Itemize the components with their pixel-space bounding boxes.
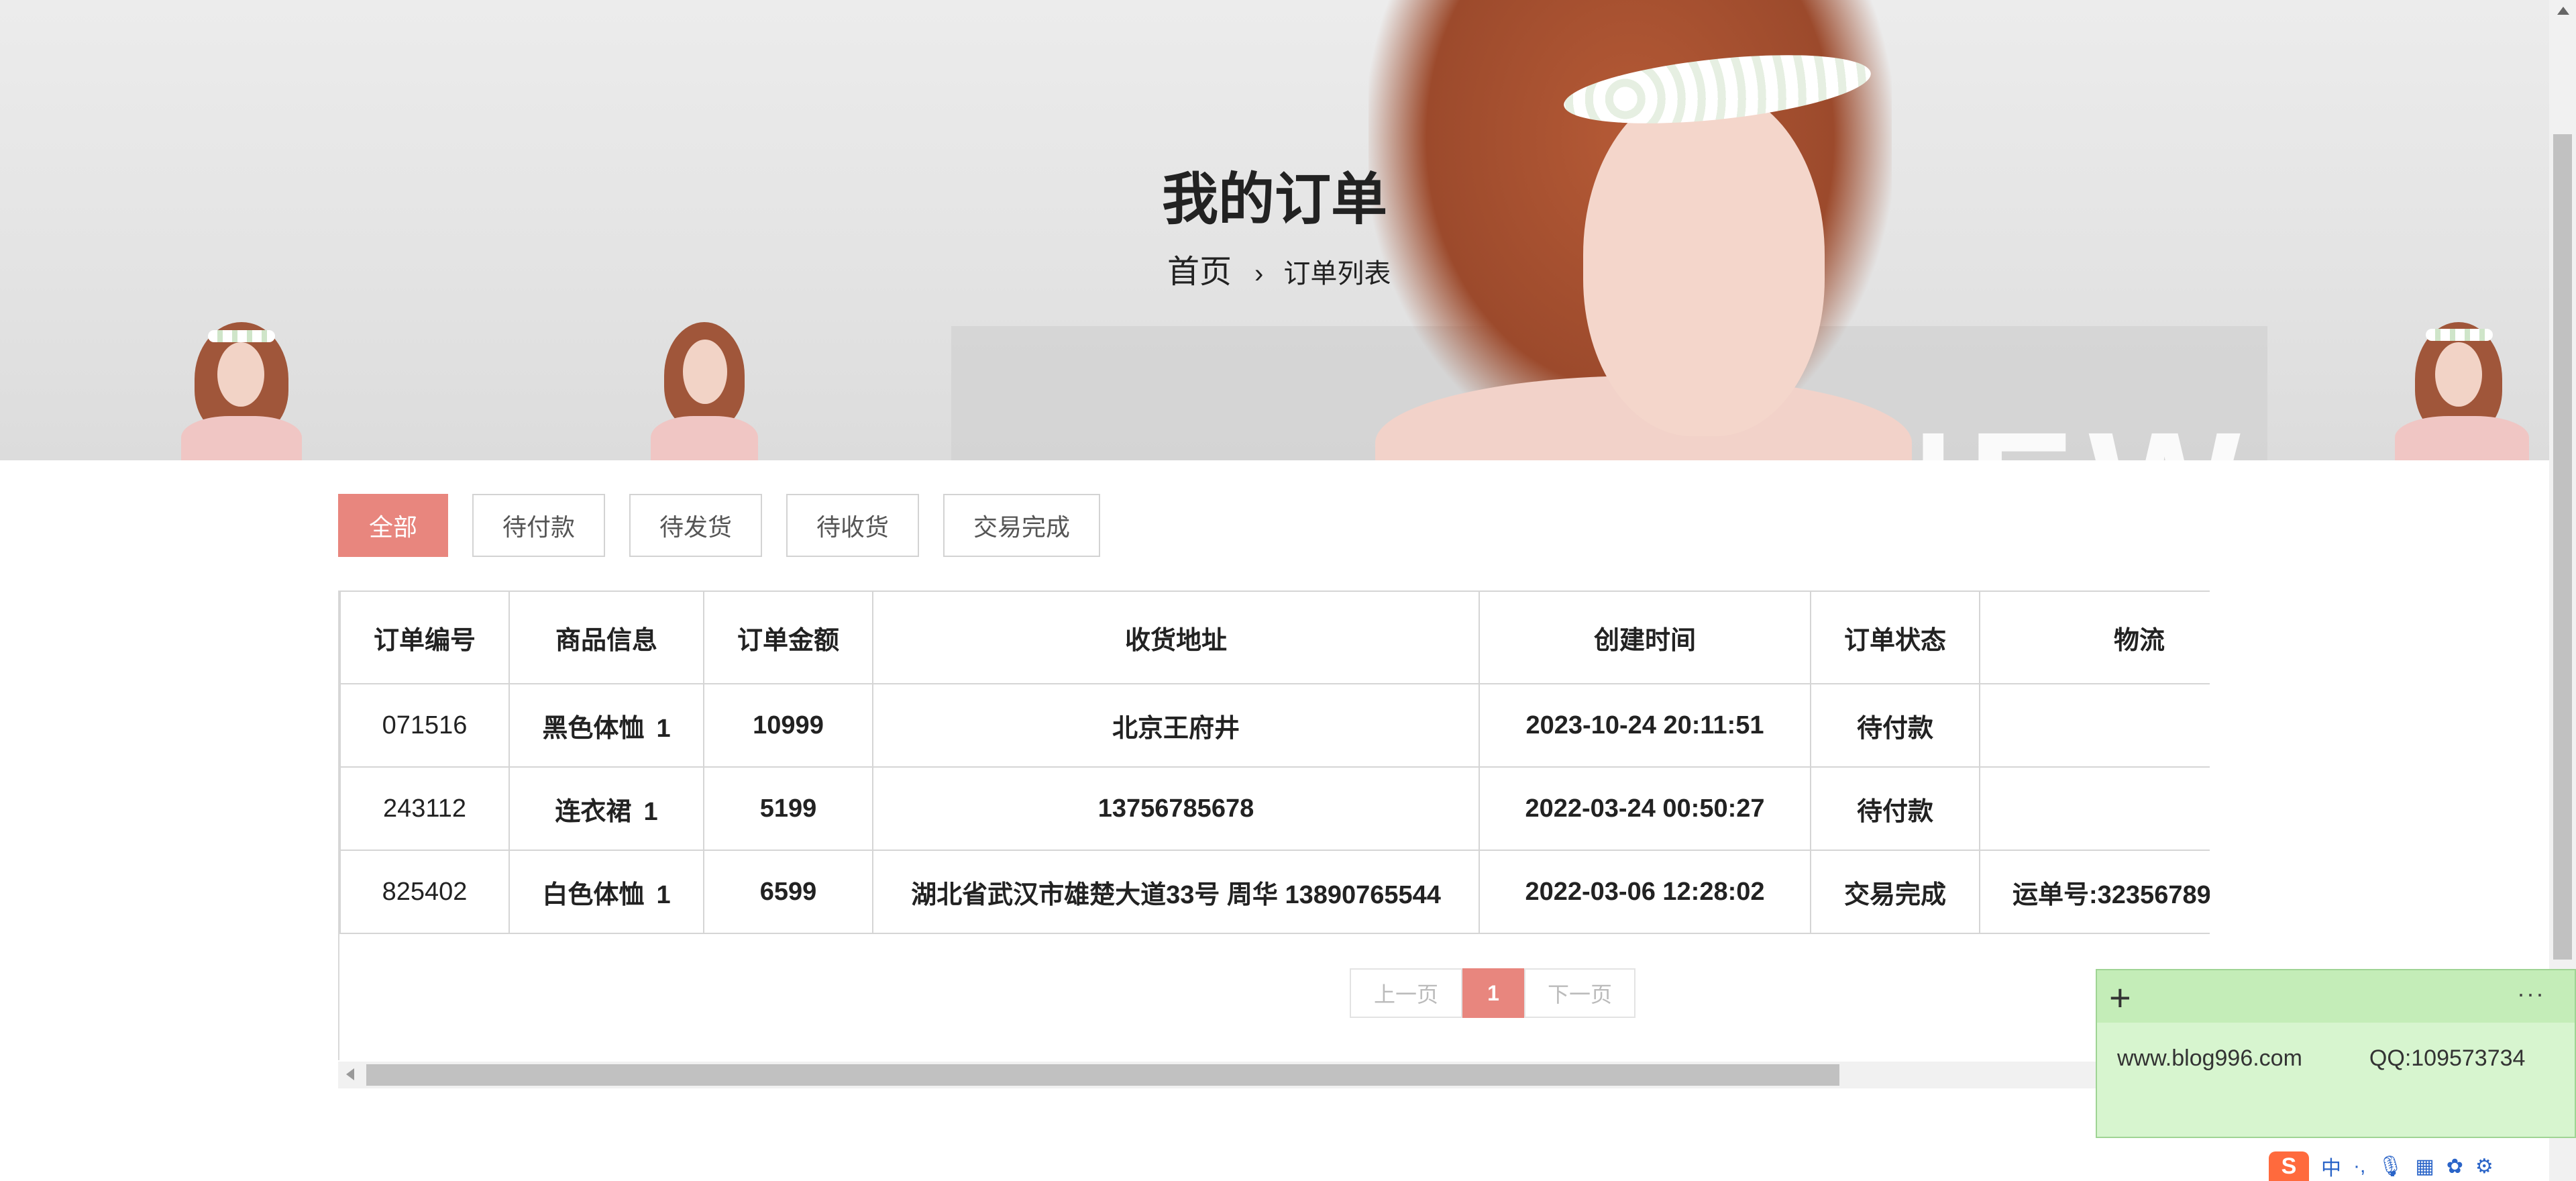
col-header-product: 商品信息 xyxy=(508,590,704,684)
table-header-row: 订单编号 商品信息 订单金额 收货地址 创建时间 订单状态 物流 xyxy=(339,590,2210,684)
banner-figure-left xyxy=(181,315,302,460)
product-name: 黑色体恤 xyxy=(542,714,645,743)
cell-address: 湖北省武汉市雄楚大道33号 周华 13890765544 xyxy=(872,850,1480,934)
ime-keyboard-icon[interactable]: ▦ xyxy=(2415,1155,2434,1178)
product-name: 白色体恤 xyxy=(542,880,645,909)
sticky-note-text[interactable]: www.blog996.com QQ:109573734 xyxy=(2117,1045,2525,1072)
orders-table: 订单编号 商品信息 订单金额 收货地址 创建时间 订单状态 物流 071516 … xyxy=(339,590,2210,934)
vertical-scroll-thumb[interactable] xyxy=(2553,134,2572,960)
page-number-current[interactable]: 1 xyxy=(1462,968,1524,1018)
tab-completed[interactable]: 交易完成 xyxy=(943,494,1100,557)
banner-figure-mid xyxy=(644,315,765,460)
horizontal-scroll-thumb[interactable] xyxy=(366,1064,1839,1086)
product-qty: 1 xyxy=(643,797,658,826)
cell-created: 2022-03-06 12:28:02 xyxy=(1479,850,1811,934)
breadcrumb-chevron-icon: › xyxy=(1254,259,1264,289)
ime-language-toggle[interactable]: 中 xyxy=(2321,1151,2341,1181)
pagination: 上一页 1 下一页 xyxy=(1350,968,1635,1018)
cell-product: 黑色体恤 1 xyxy=(508,683,704,768)
ime-skin-icon[interactable]: ✿ xyxy=(2447,1155,2463,1178)
cell-order-id: 243112 xyxy=(339,766,510,851)
ime-toolbar: S 中 ·, 🎙 ▦ ✿ ⚙ xyxy=(2269,1151,2493,1181)
tab-pending-payment[interactable]: 待付款 xyxy=(472,494,605,557)
cell-status: 待付款 xyxy=(1810,766,1980,851)
cell-product: 白色体恤 1 xyxy=(508,850,704,934)
breadcrumb-current: 订单列表 xyxy=(1283,259,1391,289)
order-filter-tabs: 全部 待付款 待发货 待收货 交易完成 xyxy=(338,494,1100,557)
banner-figure-right xyxy=(2388,315,2536,460)
ime-logo-icon[interactable]: S xyxy=(2269,1151,2309,1181)
hero-banner: NEW 我的订单 首页 › 订单列表 xyxy=(0,0,2549,460)
more-options-icon[interactable]: ··· xyxy=(2517,980,2545,1008)
cell-created: 2022-03-24 00:50:27 xyxy=(1479,766,1811,851)
prev-page-button[interactable]: 上一页 xyxy=(1350,968,1462,1018)
cell-amount: 5199 xyxy=(703,766,873,851)
scroll-up-arrow-icon[interactable] xyxy=(2557,7,2569,15)
table-row: 825402 白色体恤 1 6599 湖北省武汉市雄楚大道33号 周华 13890… xyxy=(339,850,2210,934)
note-site-text: www.blog996.com xyxy=(2117,1045,2302,1071)
col-header-amount: 订单金额 xyxy=(703,590,873,684)
col-header-status: 订单状态 xyxy=(1810,590,1980,684)
product-qty: 1 xyxy=(656,714,671,743)
sticky-note-toolbar: + ··· xyxy=(2097,970,2575,1023)
breadcrumb: 首页 › 订单列表 xyxy=(1167,245,1391,292)
next-page-button[interactable]: 下一页 xyxy=(1524,968,1635,1018)
sticky-note-widget: + ··· www.blog996.com QQ:109573734 xyxy=(2096,969,2576,1138)
breadcrumb-home-link[interactable]: 首页 xyxy=(1167,245,1232,292)
cell-address: 13756785678 xyxy=(872,766,1480,851)
cell-created: 2023-10-24 20:11:51 xyxy=(1479,683,1811,768)
cell-order-id: 071516 xyxy=(339,683,510,768)
cell-order-id: 825402 xyxy=(339,850,510,934)
ime-settings-icon[interactable]: ⚙ xyxy=(2475,1155,2493,1178)
col-header-address: 收货地址 xyxy=(872,590,1480,684)
col-header-created: 创建时间 xyxy=(1479,590,1811,684)
tab-pending-shipment[interactable]: 待发货 xyxy=(629,494,762,557)
product-name: 连衣裙 xyxy=(555,797,632,826)
product-qty: 1 xyxy=(656,880,671,909)
col-header-order-id: 订单编号 xyxy=(339,590,510,684)
table-row: 071516 黑色体恤 1 10999 北京王府井 2023-10-24 20:1… xyxy=(339,683,2210,768)
add-note-icon[interactable]: + xyxy=(2109,976,2131,1019)
scroll-left-arrow-icon[interactable] xyxy=(346,1068,354,1080)
ime-punctuation-icon[interactable]: ·, xyxy=(2353,1155,2365,1178)
cell-logistics xyxy=(1979,766,2210,851)
col-header-logistics: 物流 xyxy=(1979,590,2210,684)
cell-status: 交易完成 xyxy=(1810,850,1980,934)
note-qq-text: QQ:109573734 xyxy=(2369,1045,2526,1071)
orders-table-container: 订单编号 商品信息 订单金额 收货地址 创建时间 订单状态 物流 071516 … xyxy=(338,590,2210,1060)
banner-model-face xyxy=(1583,87,1825,436)
cell-logistics: 运单号:32356789 xyxy=(1979,850,2210,934)
table-row: 243112 连衣裙 1 5199 13756785678 2022-03-24 … xyxy=(339,766,2210,851)
cell-amount: 10999 xyxy=(703,683,873,768)
tab-all[interactable]: 全部 xyxy=(338,494,448,557)
tab-pending-receipt[interactable]: 待收货 xyxy=(786,494,919,557)
cell-address: 北京王府井 xyxy=(872,683,1480,768)
ime-microphone-icon[interactable]: 🎙 xyxy=(2377,1155,2403,1178)
cell-amount: 6599 xyxy=(703,850,873,934)
cell-status: 待付款 xyxy=(1810,683,1980,768)
page-title: 我的订单 xyxy=(1161,168,1387,231)
table-horizontal-scrollbar[interactable] xyxy=(338,1062,2210,1088)
cell-logistics xyxy=(1979,683,2210,768)
cell-product: 连衣裙 1 xyxy=(508,766,704,851)
